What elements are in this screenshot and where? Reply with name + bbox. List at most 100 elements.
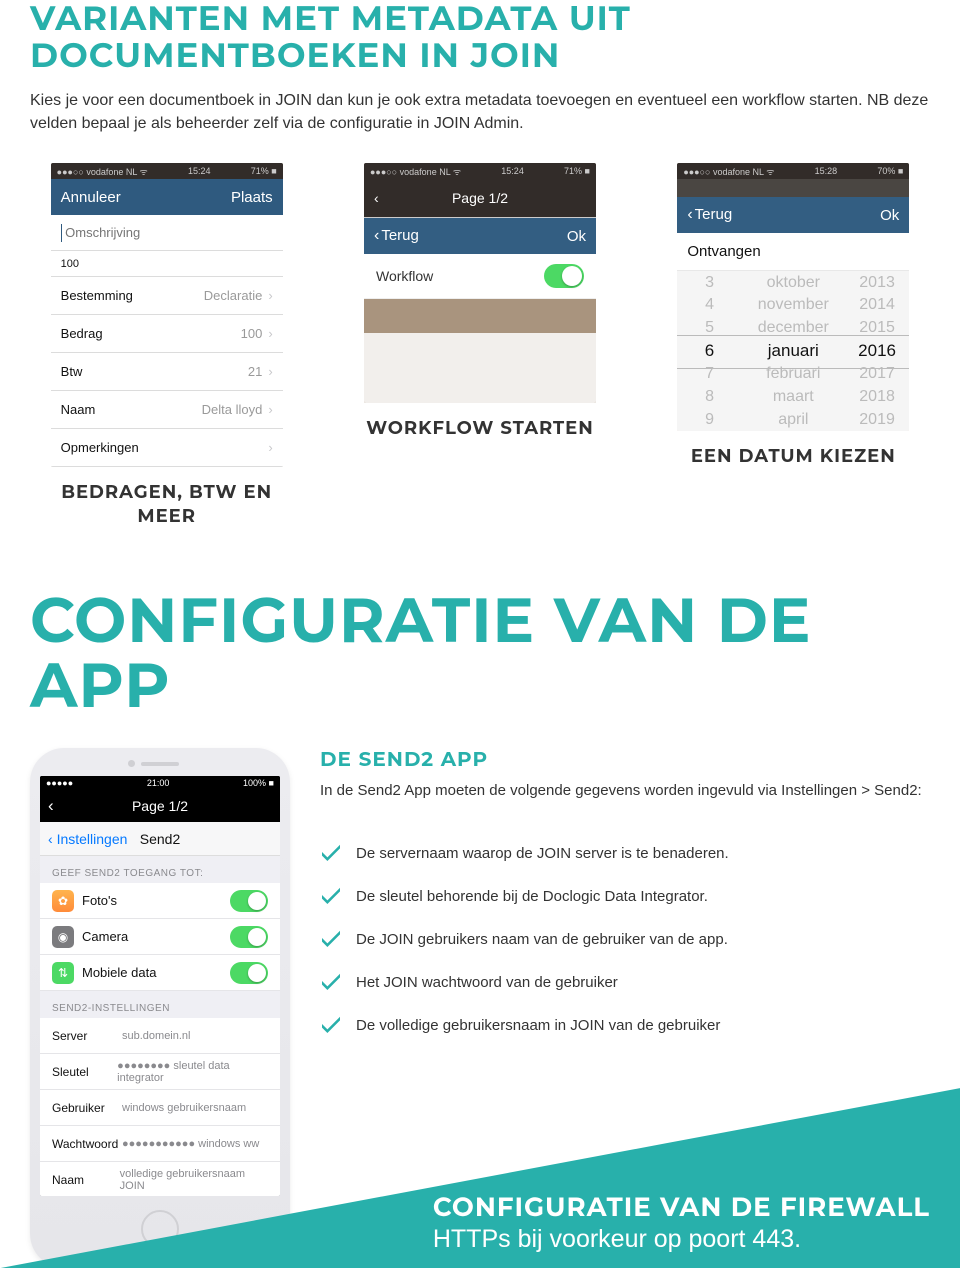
picker-option[interactable]: 3 [705, 271, 714, 294]
status-carrier: ●●●○○ vodafone NL ᯤ [57, 165, 148, 178]
access-toggle[interactable] [230, 962, 268, 984]
status-battery: 70% ■ [877, 166, 903, 176]
picker-option[interactable]: 7 [705, 363, 714, 386]
caption-2: WORKFLOW STARTEN [366, 417, 594, 440]
check-item: De sleutel behorende bij de Doclogic Dat… [320, 886, 930, 907]
chevron-left-icon: ‹ [687, 206, 692, 223]
picker-option[interactable]: 2017 [859, 363, 895, 386]
status-time: 21:00 [147, 778, 170, 788]
workflow-toggle[interactable] [544, 264, 584, 288]
camera-icon [128, 760, 135, 767]
form-row[interactable]: Opmerkingen › [51, 429, 283, 467]
footer-sub: HTTPs bij voorkeur op poort 443. [433, 1225, 930, 1254]
access-row: ◉ Camera [40, 919, 280, 955]
access-row: ⇅Mobiele data [40, 955, 280, 991]
setting-row[interactable]: Sleutel●●●●●●●● sleutel data integrator [40, 1054, 280, 1090]
chevron-left-icon: ‹ [48, 831, 53, 847]
picker-option[interactable]: februari [766, 363, 820, 386]
chevron-right-icon: › [268, 364, 272, 379]
settings-back-button[interactable]: ‹ Instellingen [48, 831, 127, 847]
screenshot-metadata-form: ●●●○○ vodafone NL ᯤ 15:24 71% ■ Annuleer… [51, 163, 283, 467]
date-ok-button[interactable]: Ok [880, 207, 899, 224]
access-toggle[interactable] [230, 926, 268, 948]
picker-option[interactable]: oktober [767, 271, 820, 294]
sheet-back-button[interactable]: ‹Terug [374, 227, 419, 245]
picker-option[interactable]: 8 [705, 385, 714, 408]
chevron-left-icon: ‹ [374, 227, 379, 244]
caption-1: BEDRAGEN, BTW EN MEER [30, 481, 303, 528]
date-field-label: Ontvangen [677, 233, 909, 271]
submit-button[interactable]: Plaats [231, 189, 273, 206]
sheet-ok-button[interactable]: Ok [567, 228, 586, 245]
screenshot-datepicker: ●●●○○ vodafone NL ᯤ 15:28 70% ■ ‹Terug O… [677, 163, 909, 431]
check-text: De volledige gebruikersnaam in JOIN van … [356, 1015, 720, 1036]
row-label: 100 [61, 258, 79, 270]
chevron-right-icon: › [268, 440, 272, 455]
check-text: Het JOIN wachtwoord van de gebruiker [356, 972, 618, 993]
access-label: Camera [82, 929, 128, 944]
check-item: De volledige gebruikersnaam in JOIN van … [320, 1015, 930, 1036]
picker-option[interactable]: 6 [705, 340, 714, 363]
group-label-access: GEEF SEND2 TOEGANG TOT: [40, 856, 280, 883]
picker-option[interactable]: november [758, 294, 829, 317]
picker-option[interactable]: april [778, 408, 808, 431]
cancel-button[interactable]: Annuleer [61, 189, 121, 206]
status-time: 15:28 [815, 166, 838, 176]
form-row[interactable]: NaamDelta lloyd› [51, 391, 283, 429]
picker-option[interactable]: 2013 [859, 271, 895, 294]
access-toggle[interactable] [230, 890, 268, 912]
row-label: Naam [61, 402, 96, 417]
check-item: De JOIN gebruikers naam van de gebruiker… [320, 929, 930, 950]
app-icon: ⇅ [52, 962, 74, 984]
status-time: 15:24 [501, 166, 524, 176]
check-text: De servernaam waarop de JOIN server is t… [356, 843, 729, 864]
form-row[interactable]: Btw21› [51, 353, 283, 391]
description-input[interactable] [65, 225, 273, 240]
setting-row[interactable]: Serversub.domein.nl [40, 1018, 280, 1054]
picker-option[interactable]: 2019 [859, 408, 895, 431]
row-value: Declaratie [204, 288, 263, 303]
page-indicator: Page 1/2 [452, 190, 508, 206]
check-icon [320, 1015, 342, 1033]
date-back-button[interactable]: ‹Terug [687, 206, 732, 224]
chevron-right-icon: › [268, 288, 272, 303]
page-indicator: Page 1/2 [132, 798, 188, 814]
row-value: Delta lloyd [202, 402, 263, 417]
send2-subtitle: DE SEND2 APP [320, 748, 930, 772]
picker-option[interactable]: januari [768, 340, 819, 363]
section2-title: CONFIGURATIE VAN DE APP [30, 588, 930, 718]
picker-option[interactable]: 5 [705, 317, 714, 340]
picker-option[interactable]: 2016 [858, 340, 896, 363]
app-icon: ◉ [52, 926, 74, 948]
back-icon[interactable]: ‹ [374, 190, 379, 206]
picker-option[interactable]: 2014 [859, 294, 895, 317]
status-battery: 71% ■ [251, 166, 277, 176]
row-value: 21 [248, 364, 262, 379]
row-label: Opmerkingen [61, 440, 139, 455]
picker-option[interactable]: 2015 [859, 317, 895, 340]
document-preview [364, 333, 596, 403]
back-icon[interactable]: ‹ [48, 796, 54, 816]
picker-option[interactable]: 2018 [859, 385, 895, 408]
picker-option[interactable]: december [758, 317, 829, 340]
check-icon [320, 972, 342, 990]
settings-title: Send2 [140, 831, 180, 847]
screenshot-workflow: ●●●○○ vodafone NL ᯤ 15:24 71% ■ ‹Page 1/… [364, 163, 596, 403]
access-label: Foto's [82, 893, 117, 908]
form-row[interactable]: Bedrag100› [51, 315, 283, 353]
form-row[interactable]: Bestemming Declaratie › [51, 277, 283, 315]
status-battery: 100% ■ [243, 778, 274, 788]
picker-option[interactable]: maart [773, 385, 814, 408]
setting-value: sub.domein.nl [122, 1030, 191, 1042]
status-battery: 71% ■ [564, 166, 590, 176]
form-row: 100 [51, 251, 283, 277]
status-carrier: ●●●●● [46, 778, 73, 788]
check-item: Het JOIN wachtwoord van de gebruiker [320, 972, 930, 993]
footer-title: CONFIGURATIE VAN DE FIREWALL [433, 1191, 930, 1223]
row-label: Bestemming [61, 288, 133, 303]
check-text: De JOIN gebruikers naam van de gebruiker… [356, 929, 728, 950]
date-picker[interactable]: 3456789 oktobernovemberdecemberjanuarife… [677, 271, 909, 431]
picker-option[interactable]: 4 [705, 294, 714, 317]
picker-option[interactable]: 9 [705, 408, 714, 431]
status-carrier: ●●●○○ vodafone NL ᯤ [683, 165, 774, 178]
